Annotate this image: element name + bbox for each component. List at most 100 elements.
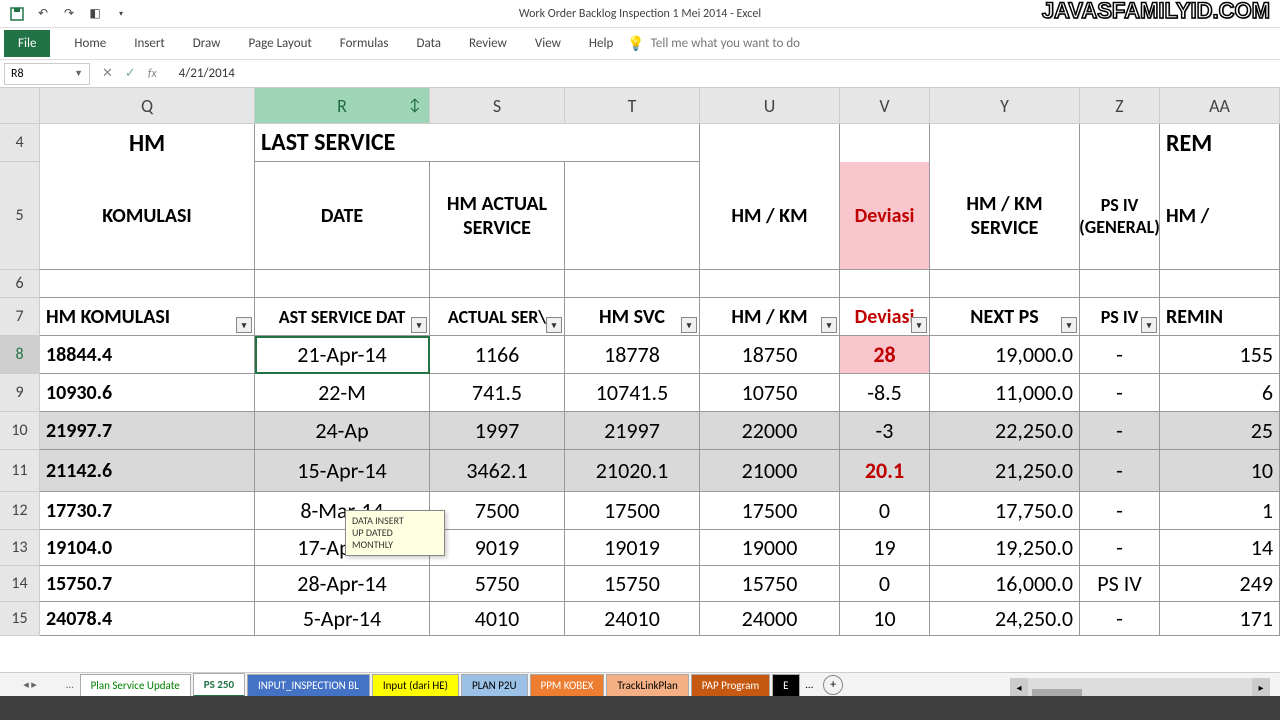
- cell-T6[interactable]: [565, 270, 700, 298]
- cell-S13[interactable]: 9019: [430, 530, 565, 566]
- cell-Y13[interactable]: 19,250.0: [930, 530, 1080, 566]
- cell-AA8[interactable]: 155: [1160, 336, 1280, 374]
- row-header-9[interactable]: 9: [0, 374, 40, 412]
- col-header-T[interactable]: T: [565, 88, 700, 124]
- row-header-8[interactable]: 8: [0, 336, 40, 374]
- cell-Q5[interactable]: KOMULASI: [40, 162, 255, 270]
- sheet-overflow-icon[interactable]: …: [802, 678, 818, 691]
- ribbon-tab-formulas[interactable]: Formulas: [326, 30, 403, 57]
- cell-U13[interactable]: 19000: [700, 530, 840, 566]
- save-icon[interactable]: [8, 5, 26, 23]
- cell-U14[interactable]: 15750: [700, 566, 840, 602]
- ribbon-tab-page-layout[interactable]: Page Layout: [234, 30, 325, 57]
- cell-Y10[interactable]: 22,250.0: [930, 412, 1080, 450]
- sheet-tab[interactable]: PPM KOBEX: [530, 674, 605, 696]
- row-header-10[interactable]: 10: [0, 412, 40, 450]
- sheet-tab[interactable]: INPUT_INSPECTION BL: [247, 674, 370, 696]
- cell-V5[interactable]: Deviasi: [840, 162, 930, 270]
- cell-R15[interactable]: 5-Apr-14: [255, 602, 430, 636]
- cell-Z8[interactable]: -: [1080, 336, 1160, 374]
- cell-AA9[interactable]: 6: [1160, 374, 1280, 412]
- cell-V6[interactable]: [840, 270, 930, 298]
- new-sheet-button[interactable]: +: [823, 675, 843, 695]
- cell-R7[interactable]: AST SERVICE DAT▾: [255, 298, 430, 336]
- cell-V7[interactable]: Deviasi▾: [840, 298, 930, 336]
- cell-Z15[interactable]: -: [1080, 602, 1160, 636]
- cell-Q11[interactable]: 21142.6: [40, 450, 255, 492]
- cell-T8[interactable]: 18778: [565, 336, 700, 374]
- cell-Z13[interactable]: -: [1080, 530, 1160, 566]
- cell-R8[interactable]: 21-Apr-14: [255, 336, 430, 374]
- cell-Q10[interactable]: 21997.7: [40, 412, 255, 450]
- cell-R14[interactable]: 28-Apr-14: [255, 566, 430, 602]
- redo-icon[interactable]: ↷: [60, 5, 78, 23]
- cell-Y8[interactable]: 19,000.0: [930, 336, 1080, 374]
- cell-U10[interactable]: 22000: [700, 412, 840, 450]
- cell-S7[interactable]: ACTUAL SER\▾: [430, 298, 565, 336]
- file-tab[interactable]: File: [4, 30, 50, 57]
- col-header-S[interactable]: S: [430, 88, 565, 124]
- filter-icon[interactable]: ▾: [236, 317, 252, 333]
- row-header-11[interactable]: 11: [0, 450, 40, 492]
- sheet-tab[interactable]: E: [772, 674, 799, 696]
- cell-AA7[interactable]: REMIN: [1160, 298, 1280, 336]
- cell-T11[interactable]: 21020.1: [565, 450, 700, 492]
- col-header-Q[interactable]: Q: [40, 88, 255, 124]
- cell-AA6[interactable]: [1160, 270, 1280, 298]
- cell-Q14[interactable]: 15750.7: [40, 566, 255, 602]
- cell-R9[interactable]: 22-M: [255, 374, 430, 412]
- filter-icon[interactable]: ▾: [681, 317, 697, 333]
- cell-U9[interactable]: 10750: [700, 374, 840, 412]
- ribbon-tab-view[interactable]: View: [521, 30, 575, 57]
- cell-Z6[interactable]: [1080, 270, 1160, 298]
- cell-U7[interactable]: HM / KM▾: [700, 298, 840, 336]
- filter-icon[interactable]: ▾: [1141, 317, 1157, 333]
- cell-S15[interactable]: 4010: [430, 602, 565, 636]
- cell-Z4[interactable]: [1080, 124, 1160, 162]
- cell-Z9[interactable]: -: [1080, 374, 1160, 412]
- cell-Z5[interactable]: PS IV (GENERAL): [1080, 162, 1160, 270]
- cell-Y11[interactable]: 21,250.0: [930, 450, 1080, 492]
- cell-R10[interactable]: 24-Ap: [255, 412, 430, 450]
- cell-AA13[interactable]: 14: [1160, 530, 1280, 566]
- row-header-4[interactable]: 4: [0, 124, 40, 162]
- qat-customize-icon[interactable]: ▾: [112, 5, 130, 23]
- cell-Q8[interactable]: 18844.4: [40, 336, 255, 374]
- filter-icon[interactable]: ▾: [546, 317, 562, 333]
- ribbon-tab-help[interactable]: Help: [575, 30, 627, 57]
- cell-AA5[interactable]: HM /: [1160, 162, 1280, 270]
- cell-V14[interactable]: 0: [840, 566, 930, 602]
- row-header-12[interactable]: 12: [0, 492, 40, 530]
- cell-T7[interactable]: HM SVC▾: [565, 298, 700, 336]
- cell-R5[interactable]: DATE: [255, 162, 430, 270]
- cell-S14[interactable]: 5750: [430, 566, 565, 602]
- undo-icon[interactable]: ↶: [34, 5, 52, 23]
- cell-S4[interactable]: [430, 124, 565, 162]
- row-header-5[interactable]: 5: [0, 162, 40, 270]
- filter-icon[interactable]: ▾: [911, 317, 927, 333]
- ribbon-tab-home[interactable]: Home: [60, 30, 120, 57]
- sheet-tab[interactable]: TrackLinkPlan: [606, 674, 688, 696]
- row-header-15[interactable]: 15: [0, 602, 40, 636]
- horizontal-scrollbar[interactable]: ◂ ▸: [1010, 678, 1270, 696]
- cell-AA15[interactable]: 171: [1160, 602, 1280, 636]
- sheet-tab[interactable]: PS 250: [193, 673, 245, 697]
- fx-icon[interactable]: fx: [148, 67, 157, 81]
- cell-T4[interactable]: [565, 124, 700, 162]
- cell-Y7[interactable]: NEXT PS▾: [930, 298, 1080, 336]
- cell-AA12[interactable]: 1: [1160, 492, 1280, 530]
- cell-V9[interactable]: -8.5: [840, 374, 930, 412]
- cell-V10[interactable]: -3: [840, 412, 930, 450]
- filter-icon[interactable]: ▾: [821, 317, 837, 333]
- col-header-Z[interactable]: Z: [1080, 88, 1160, 124]
- cell-Y14[interactable]: 16,000.0: [930, 566, 1080, 602]
- cell-S8[interactable]: 1166: [430, 336, 565, 374]
- filter-icon[interactable]: ▾: [411, 317, 427, 333]
- cell-T12[interactable]: 17500: [565, 492, 700, 530]
- cell-AA14[interactable]: 249: [1160, 566, 1280, 602]
- col-header-R[interactable]: R↕: [255, 88, 430, 124]
- cell-V8[interactable]: 28: [840, 336, 930, 374]
- cell-S11[interactable]: 3462.1: [430, 450, 565, 492]
- name-box[interactable]: R8▼: [4, 63, 90, 85]
- cell-V4[interactable]: [840, 124, 930, 162]
